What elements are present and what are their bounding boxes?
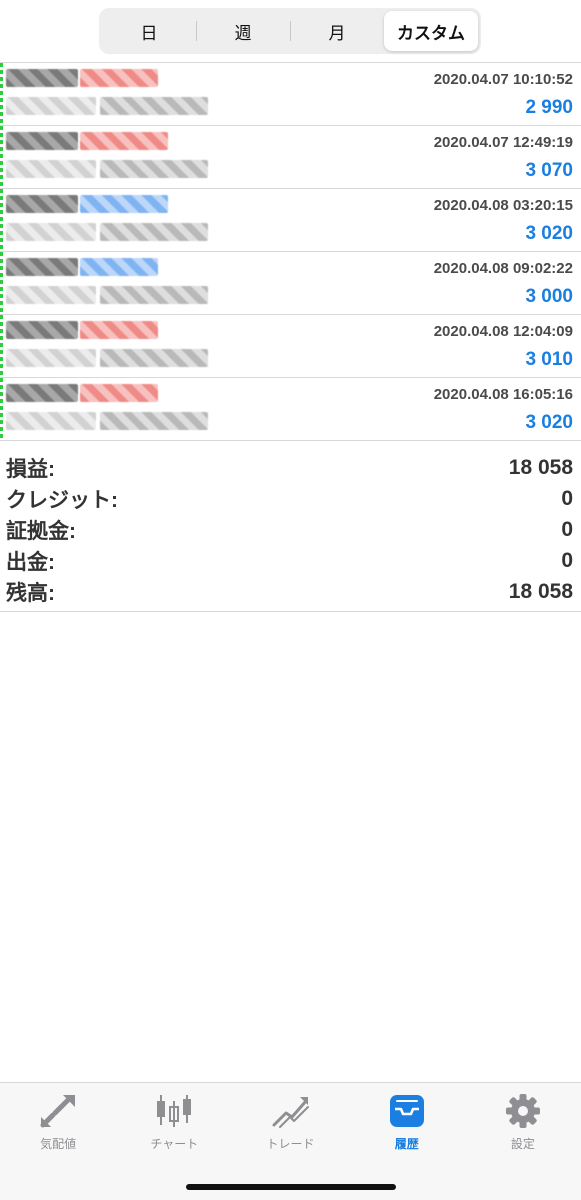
redacted-detail xyxy=(100,160,208,178)
candlestick-icon xyxy=(154,1093,194,1129)
summary-value: 0 xyxy=(561,548,573,572)
history-inbox-icon xyxy=(387,1093,427,1129)
redacted-type xyxy=(80,384,158,402)
redacted-symbol xyxy=(6,132,78,150)
summary-label: 証拠金: xyxy=(6,519,76,543)
deal-time: 2020.04.07 10:10:52 xyxy=(433,71,573,88)
tab-bar: 気配値 チャート トレード 履歴 設定 xyxy=(0,1082,581,1200)
redacted-type xyxy=(80,69,158,87)
segment-month[interactable]: 月 xyxy=(290,11,384,51)
deal-row[interactable]: 2020.04.08 12:04:09 3 010 xyxy=(0,315,581,378)
summary-label: クレジット: xyxy=(6,488,118,512)
buy-edge-marker xyxy=(0,189,3,251)
deal-time: 2020.04.08 09:02:22 xyxy=(433,260,573,277)
deal-profit: 3 020 xyxy=(525,223,573,244)
tab-label: 履歴 xyxy=(394,1137,419,1151)
segment-custom[interactable]: カスタム xyxy=(384,11,478,51)
summary-label: 損益: xyxy=(6,457,55,481)
buy-edge-marker xyxy=(0,252,3,314)
summary-balance: 残高: 18 058 xyxy=(0,576,581,607)
redacted-detail xyxy=(6,223,96,241)
buy-edge-marker xyxy=(0,63,3,125)
redacted-detail xyxy=(100,412,208,430)
deal-time: 2020.04.07 12:49:19 xyxy=(433,134,573,151)
deal-profit: 3 020 xyxy=(525,412,573,433)
redacted-symbol xyxy=(6,69,78,87)
redacted-type xyxy=(80,258,158,276)
deal-row[interactable]: 2020.04.08 03:20:15 3 020 xyxy=(0,189,581,252)
summary-margin: 証拠金: 0 xyxy=(0,514,581,545)
deal-row[interactable]: 2020.04.07 10:10:52 2 990 xyxy=(0,63,581,126)
tab-label: チャート xyxy=(150,1137,199,1151)
segment-day[interactable]: 日 xyxy=(102,11,196,51)
redacted-symbol xyxy=(6,384,78,402)
summary-panel: 損益: 18 058 クレジット: 0 証拠金: 0 出金: 0 残高: 18 … xyxy=(0,450,581,612)
trade-trend-icon xyxy=(271,1093,311,1129)
redacted-type xyxy=(80,132,168,150)
deal-row[interactable]: 2020.04.08 16:05:16 3 020 xyxy=(0,378,581,441)
deal-profit: 3 010 xyxy=(525,349,573,370)
summary-value: 0 xyxy=(561,517,573,541)
summary-value: 18 058 xyxy=(508,579,573,603)
summary-value: 18 058 xyxy=(508,455,573,479)
deal-profit: 3 000 xyxy=(525,286,573,307)
redacted-detail xyxy=(6,286,96,304)
summary-label: 出金: xyxy=(6,550,55,574)
gear-icon xyxy=(503,1093,543,1129)
home-indicator[interactable] xyxy=(186,1184,396,1190)
summary-value: 0 xyxy=(561,486,573,510)
buy-edge-marker xyxy=(0,315,3,377)
summary-credit: クレジット: 0 xyxy=(0,483,581,514)
summary-profit: 損益: 18 058 xyxy=(0,452,581,483)
redacted-detail xyxy=(100,349,208,367)
deal-row[interactable]: 2020.04.08 09:02:22 3 000 xyxy=(0,252,581,315)
redacted-symbol xyxy=(6,321,78,339)
tab-trade[interactable]: トレード xyxy=(232,1083,348,1200)
tab-chart[interactable]: チャート xyxy=(116,1083,232,1200)
redacted-detail xyxy=(100,97,208,115)
tab-quotes[interactable]: 気配値 xyxy=(0,1083,116,1200)
deal-time: 2020.04.08 03:20:15 xyxy=(433,197,573,214)
segment-week[interactable]: 週 xyxy=(196,11,290,51)
deal-time: 2020.04.08 12:04:09 xyxy=(433,323,573,340)
tab-label: トレード xyxy=(266,1137,315,1151)
buy-edge-marker xyxy=(0,126,3,188)
quotes-arrows-icon xyxy=(38,1093,78,1129)
redacted-detail xyxy=(6,160,96,178)
deal-row[interactable]: 2020.04.07 12:49:19 3 070 xyxy=(0,126,581,189)
buy-edge-marker xyxy=(0,378,3,440)
redacted-type xyxy=(80,321,158,339)
redacted-detail xyxy=(6,97,96,115)
summary-withdrawal: 出金: 0 xyxy=(0,545,581,576)
redacted-detail xyxy=(6,349,96,367)
period-segmented-control: 日 週 月 カスタム xyxy=(99,8,481,54)
summary-label: 残高: xyxy=(6,581,55,605)
redacted-symbol xyxy=(6,195,78,213)
tab-label: 気配値 xyxy=(40,1137,77,1151)
tab-settings[interactable]: 設定 xyxy=(465,1083,581,1200)
redacted-detail xyxy=(6,412,96,430)
tab-label: 設定 xyxy=(510,1137,535,1151)
redacted-symbol xyxy=(6,258,78,276)
deal-profit: 2 990 xyxy=(525,97,573,118)
tab-history[interactable]: 履歴 xyxy=(349,1083,465,1200)
deal-profit: 3 070 xyxy=(525,160,573,181)
redacted-detail xyxy=(100,286,208,304)
redacted-type xyxy=(80,195,168,213)
deals-list: 2020.04.07 10:10:52 2 990 2020.04.07 12:… xyxy=(0,62,581,441)
redacted-detail xyxy=(100,223,208,241)
deal-time: 2020.04.08 16:05:16 xyxy=(433,386,573,403)
